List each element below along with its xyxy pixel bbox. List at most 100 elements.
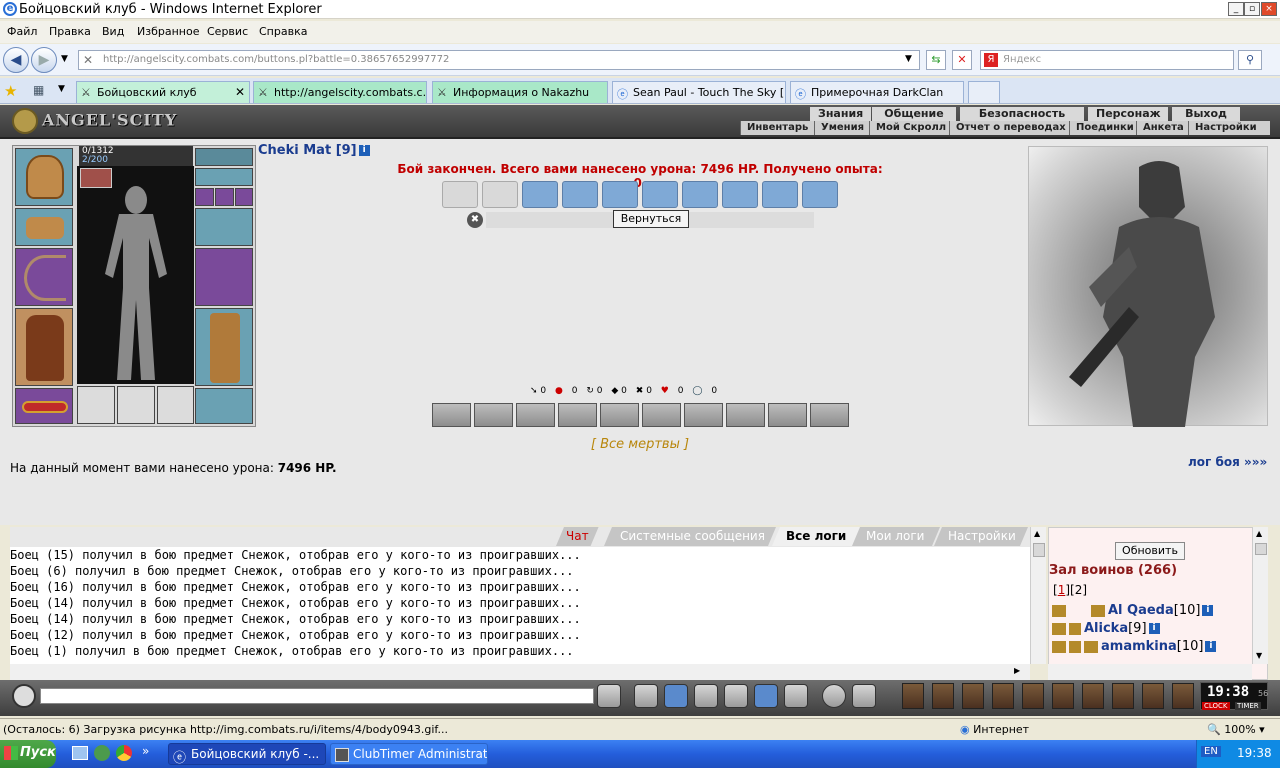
nav-settings[interactable]: Настройки <box>1188 121 1270 135</box>
scroll-up-icon[interactable]: ▲ <box>1256 529 1262 538</box>
skill-button[interactable] <box>516 403 555 427</box>
info-icon[interactable]: i <box>1205 641 1217 652</box>
return-button[interactable]: Вернуться <box>613 210 689 228</box>
page-link-1[interactable]: 1 <box>1058 583 1066 597</box>
warrior-name[interactable]: amamkina <box>1101 639 1177 654</box>
refresh-icon[interactable]: ⇆ <box>926 50 946 70</box>
scroll-slot[interactable] <box>682 181 718 208</box>
skill-button[interactable] <box>600 403 639 427</box>
belt-slot[interactable] <box>15 388 73 424</box>
menu-edit[interactable]: Правка <box>49 25 91 38</box>
nav-exit[interactable]: Выход <box>1172 107 1240 121</box>
chat-horizontal-scrollbar[interactable]: ▶ <box>10 664 1030 680</box>
skill-button[interactable] <box>558 403 597 427</box>
tab-darkclan[interactable]: ⓔ Примерочная DarkClan <box>790 81 964 103</box>
quick-tabs-icon[interactable]: ▦ <box>33 83 44 97</box>
legs-slot[interactable] <box>195 308 253 386</box>
nav-skills[interactable]: Умения <box>814 121 871 135</box>
ring-slot-3[interactable] <box>235 188 253 206</box>
taskbar-item-ie[interactable]: ⓔ Бойцовский клуб -... <box>168 743 326 765</box>
language-indicator[interactable]: EN <box>1201 746 1221 757</box>
rune-slot-2[interactable] <box>117 386 155 424</box>
warrior-name[interactable]: Alicka <box>1084 621 1128 636</box>
nav-transfer-report[interactable]: Отчет о переводах <box>949 121 1072 135</box>
warrior-row[interactable]: amamkina[10] i <box>1052 639 1217 654</box>
send-icon[interactable] <box>597 684 621 708</box>
tab-my-logs[interactable]: Мои логи <box>852 527 940 546</box>
menu-view[interactable]: Вид <box>102 25 124 38</box>
tab-nakazhu-info[interactable]: ⚔ Информация о Nakazhu <box>432 81 608 103</box>
tab-sean-paul[interactable]: ⓔ Sean Paul - Touch The Sky [... <box>612 81 786 103</box>
ring-slot-1[interactable] <box>195 188 214 206</box>
filter-icon[interactable] <box>664 684 688 708</box>
back-button[interactable]: ◀ <box>3 47 29 73</box>
menu-tools[interactable]: Сервис <box>207 25 248 38</box>
skill-button[interactable] <box>768 403 807 427</box>
skill-button[interactable] <box>642 403 681 427</box>
toolbar-money-icon[interactable] <box>962 683 984 709</box>
scroll-thumb[interactable] <box>1033 543 1045 557</box>
nav-my-scroll[interactable]: Мой Скролл <box>869 121 953 135</box>
bracers-slot[interactable] <box>15 208 73 246</box>
scroll-slot-empty[interactable] <box>442 181 478 208</box>
toolbar-bag-icon[interactable] <box>902 683 924 709</box>
scroll-down-icon[interactable]: ▼ <box>1256 651 1262 660</box>
weapon-slot[interactable] <box>15 248 73 306</box>
tab-chat[interactable]: Чат <box>556 527 599 546</box>
scroll-slot[interactable] <box>562 181 598 208</box>
search-icon[interactable]: ⚲ <box>1238 50 1262 70</box>
emoji-icon[interactable] <box>822 684 846 708</box>
rune-slot-3[interactable] <box>157 386 194 424</box>
scroll-slot[interactable] <box>522 181 558 208</box>
toolbar-fight-icon[interactable] <box>1052 683 1074 709</box>
page-link-2[interactable]: 2 <box>1075 583 1083 597</box>
quicklaunch-icon[interactable] <box>94 745 110 761</box>
search-field[interactable]: Я Яндекс <box>980 50 1234 70</box>
skill-button[interactable] <box>432 403 471 427</box>
nav-inventory[interactable]: Инвентарь <box>740 121 815 135</box>
earrings-slot[interactable] <box>195 148 253 166</box>
person-icon[interactable] <box>724 684 748 708</box>
info-icon[interactable]: i <box>1148 623 1160 634</box>
menu-file[interactable]: Файл <box>7 25 37 38</box>
tray-clock[interactable]: 19:38 <box>1237 746 1272 760</box>
scroll-up-icon[interactable]: ▲ <box>1034 529 1040 538</box>
nav-communication[interactable]: Общение <box>872 107 956 121</box>
club-timer[interactable]: 19:38 56 CLOCK TIMER <box>1200 682 1268 710</box>
toolbar-exit-icon[interactable] <box>1172 683 1194 709</box>
tab-list-dropdown-icon[interactable]: ▼ <box>58 84 65 94</box>
translit-icon[interactable] <box>852 684 876 708</box>
history-dropdown-icon[interactable]: ▼ <box>61 54 68 64</box>
forward-button[interactable]: ▶ <box>31 47 57 73</box>
menu-favorites[interactable]: Избранное <box>137 25 199 38</box>
tab-angelscity-url[interactable]: ⚔ http://angelscity.combats.c... <box>253 81 427 103</box>
scroll-slot[interactable] <box>802 181 838 208</box>
percent-icon[interactable] <box>754 684 778 708</box>
new-tab-button[interactable] <box>968 81 1000 103</box>
gloves-slot[interactable] <box>195 208 253 246</box>
chat-input[interactable] <box>40 688 594 704</box>
hand-icon[interactable] <box>784 684 808 708</box>
toolbar-skills-icon[interactable] <box>932 683 954 709</box>
tab-chat-settings[interactable]: Настройки <box>934 527 1028 546</box>
skill-button[interactable] <box>684 403 723 427</box>
character-name[interactable]: Cheki Mat [9] i <box>258 143 370 158</box>
warrior-row[interactable]: Alicka[9] i <box>1052 621 1160 636</box>
toolbar-quest-icon[interactable] <box>1022 683 1044 709</box>
start-button[interactable]: Пуск <box>0 740 56 768</box>
battle-log-link[interactable]: лог боя »»» <box>1188 455 1267 469</box>
info-icon[interactable]: i <box>1202 605 1214 616</box>
tab-system-messages[interactable]: Системные сообщения <box>604 527 776 546</box>
save-icon[interactable] <box>694 684 718 708</box>
stop-icon[interactable]: ✕ <box>952 50 972 70</box>
nav-character[interactable]: Персонаж <box>1088 107 1168 121</box>
helmet-slot[interactable] <box>15 148 73 206</box>
scroll-thumb[interactable] <box>1255 543 1267 555</box>
chat-vertical-scrollbar[interactable]: ▲ <box>1030 527 1046 664</box>
nav-fights[interactable]: Поединки <box>1069 121 1140 135</box>
skill-button[interactable] <box>810 403 849 427</box>
armor-slot[interactable] <box>15 308 73 386</box>
maximize-button[interactable]: ▫ <box>1244 2 1260 16</box>
favorites-star-icon[interactable]: ★ <box>4 82 17 100</box>
scroll-right-icon[interactable]: ▶ <box>1014 666 1020 675</box>
